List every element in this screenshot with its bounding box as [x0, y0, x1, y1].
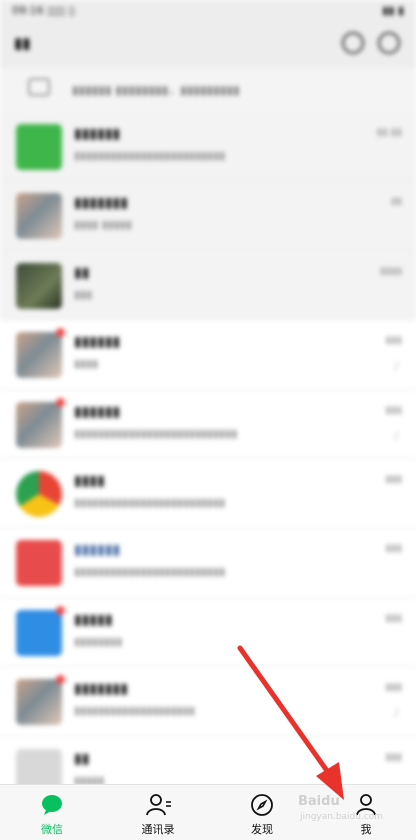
chat-name: ▮▮▮▮▮▮ [74, 334, 121, 351]
compass-icon [251, 794, 273, 816]
mute-icon: ♪ [392, 429, 400, 443]
status-bar: 09:16 ▯▯▯ ▯ ▮▮ ▮ [0, 0, 416, 22]
avatar [16, 470, 62, 517]
chat-name: ▮▮ [74, 750, 90, 767]
chat-list-item[interactable]: ▮▮ ▮▮▮ ▮▮▮▮ [0, 250, 416, 321]
chat-time: ▮▮▮ [385, 682, 402, 694]
search-icon[interactable] [342, 32, 364, 54]
avatar [16, 609, 62, 656]
chat-list-item[interactable]: ▮▮▮▮▮▮ ▮▮▮▮▮▮▮▮▮▮▮▮▮▮▮▮▮▮▮▮▮▮▮▮▮ ▮▮:▮▮ [0, 112, 416, 182]
chat-time: ▮▮▮ [385, 612, 402, 624]
unread-badge [56, 328, 65, 338]
chat-name: ▮▮▮▮ [74, 472, 105, 489]
status-icons: ▮▮ ▮ [382, 4, 404, 17]
chat-time: ▮▮▮ [385, 404, 402, 416]
top-bar: ▮▮ [0, 22, 416, 68]
watermark-url: jingyan.baidu.com [300, 812, 384, 822]
chat-time: ▮▮ [390, 196, 402, 208]
avatar [16, 124, 62, 170]
monitor-icon [28, 78, 50, 96]
chat-time: ▮▮▮▮ [379, 265, 402, 277]
chat-name: ▮▮▮▮▮▮▮ [74, 195, 128, 212]
contacts-icon [146, 794, 171, 816]
add-icon[interactable] [378, 32, 400, 54]
chat-preview: ▮▮▮▮ ▮▮▮▮▮ [74, 218, 132, 232]
chat-name: ▮▮▮▮▮ [74, 611, 113, 628]
login-notice-text: ▮▮▮▮▮▮ ▮▮▮▮▮▮▮▮，▮▮▮▮▮▮▮▮▮ [72, 83, 240, 97]
chat-preview: ▮▮▮ [74, 287, 93, 301]
chat-list-item[interactable]: ▮▮▮▮ ▮▮▮▮▮▮▮▮▮▮▮▮▮▮▮▮▮▮▮▮▮▮▮▮▮ ▮▮▮ [0, 458, 416, 529]
chat-name: ▮▮ [74, 264, 90, 281]
chat-list-item[interactable]: ▮▮▮▮▮▮▮ ▮▮▮▮▮▮▮▮▮▮▮▮▮▮▮▮▮▮▮▮ ▮▮▮ ♪ [0, 667, 416, 737]
login-notice-bar[interactable]: ▮▮▮▮▮▮ ▮▮▮▮▮▮▮▮，▮▮▮▮▮▮▮▮▮ [0, 68, 416, 113]
tab-label: 发现 [251, 823, 273, 836]
chat-time: ▮▮▮ [385, 473, 402, 485]
chat-time: ▮▮▮ [385, 335, 402, 347]
avatar [16, 193, 62, 240]
tab-chats[interactable]: 微信 [12, 785, 92, 840]
tab-label: 微信 [41, 823, 63, 836]
tab-contacts[interactable]: 通讯录 [118, 785, 198, 840]
avatar [16, 540, 62, 587]
status-time: 09:16 ▯▯▯ ▯ [12, 4, 75, 17]
avatar [16, 262, 62, 309]
chat-preview: ▮▮▮▮▮▮▮▮▮▮▮▮▮▮▮▮▮▮▮▮▮▮▮▮▮ [74, 495, 226, 509]
chat-list-item[interactable]: ▮▮▮▮▮▮ ▮▮▮▮▮▮▮▮▮▮▮▮▮▮▮▮▮▮▮▮▮▮▮▮▮▮▮ ▮▮▮ ♪ [0, 389, 416, 459]
unread-badge [56, 397, 65, 407]
avatar [16, 679, 62, 726]
chat-preview: ▮▮▮▮▮▮▮▮▮▮▮▮▮▮▮▮▮▮▮▮ [74, 704, 196, 718]
chat-preview: ▮▮▮▮▮▮▮▮ [74, 634, 123, 648]
chat-name: ▮▮▮▮▮▮ [74, 403, 121, 420]
tab-label: 通讯录 [141, 823, 175, 836]
chat-name: ▮▮▮▮▮▮ [74, 542, 121, 559]
chat-list-item[interactable]: ▮▮▮▮▮▮ ▮▮▮▮▮▮▮▮▮▮▮▮▮▮▮▮▮▮▮▮▮▮▮▮▮ ▮▮▮ [0, 528, 416, 598]
unread-badge [56, 675, 65, 685]
chat-preview: ▮▮▮▮ [74, 357, 99, 371]
mute-icon: ♪ [392, 707, 400, 721]
chat-list-item[interactable]: ▮▮▮▮▮▮▮ ▮▮▮▮ ▮▮▮▮▮ ▮▮ [0, 181, 416, 251]
chat-list-item[interactable]: ▮▮▮▮▮ ▮▮▮▮▮▮▮▮ ▮▮▮ [0, 597, 416, 668]
chat-bubble-icon [42, 795, 62, 815]
tab-label: 我 [360, 823, 372, 836]
chat-preview: ▮▮▮▮▮▮▮▮▮▮▮▮▮▮▮▮▮▮▮▮▮▮▮▮▮ [74, 149, 226, 162]
chat-time: ▮▮:▮▮ [376, 127, 402, 138]
page-title: ▮▮ [14, 34, 31, 52]
unread-badge [56, 605, 65, 615]
chat-preview: ▮▮▮▮▮▮▮▮▮▮▮▮▮▮▮▮▮▮▮▮▮▮▮▮▮▮▮ [74, 426, 238, 440]
avatar [16, 332, 62, 379]
chat-list: ▮▮▮▮▮▮ ▮▮▮▮▮▮▮▮▮▮▮▮▮▮▮▮▮▮▮▮▮▮▮▮▮ ▮▮:▮▮ ▮… [0, 112, 416, 806]
mute-icon: ♪ [392, 360, 400, 374]
chat-list-item[interactable]: ▮▮▮▮▮▮ ▮▮▮▮ ▮▮▮ ♪ [0, 320, 416, 390]
watermark-text: Baidu [298, 794, 340, 809]
chat-time: ▮▮▮ [385, 751, 402, 763]
chat-name: ▮▮▮▮▮▮▮ [74, 681, 128, 698]
tab-discover[interactable]: 发现 [222, 785, 302, 840]
chat-preview: ▮▮▮▮▮▮▮▮▮▮▮▮▮▮▮▮▮▮▮▮▮▮▮▮▮ [74, 565, 226, 579]
chat-time: ▮▮▮ [385, 543, 402, 555]
avatar [16, 401, 62, 448]
chat-name: ▮▮▮▮▮▮ [74, 126, 121, 142]
